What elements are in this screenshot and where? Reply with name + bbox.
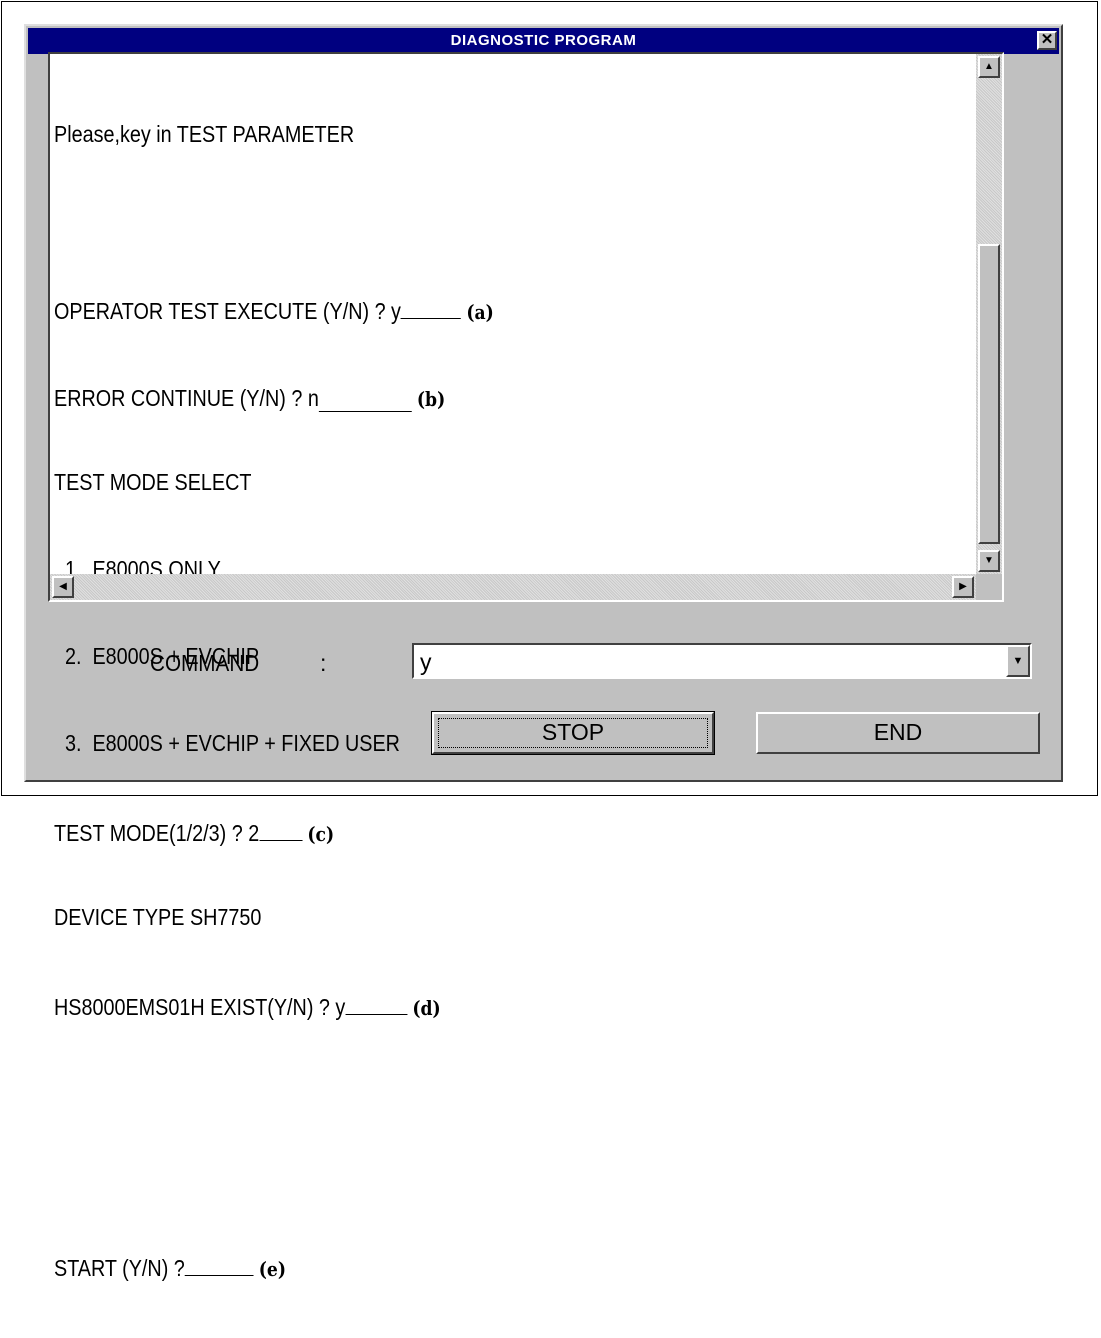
scroll-right-button[interactable]: ▶	[952, 576, 974, 598]
title-bar[interactable]: DIAGNOSTIC PROGRAM ✕	[28, 28, 1059, 54]
vertical-scroll-thumb[interactable]	[978, 244, 1000, 544]
arrow-down-icon: ▼	[984, 555, 994, 566]
window-title: DIAGNOSTIC PROGRAM	[450, 32, 637, 49]
close-button[interactable]: ✕	[1037, 31, 1057, 50]
console-line: START (Y/N) ? (e)	[54, 1251, 843, 1281]
console-line: Please,key in TEST PARAMETER	[54, 121, 355, 147]
combobox-dropdown-button[interactable]: ▼	[1006, 645, 1030, 677]
command-colon: :	[320, 650, 327, 676]
arrow-right-icon: ▶	[959, 581, 967, 592]
annotation-marker: (d)	[412, 996, 441, 1020]
console-line: DEVICE TYPE SH7750	[54, 904, 262, 930]
stop-button[interactable]: STOP	[431, 711, 715, 755]
horizontal-scrollbar[interactable]: ◀ ▶	[50, 574, 976, 600]
console-line: TEST MODE(1/2/3) ? 2 (c)	[54, 816, 843, 846]
console-line: HS8000EMS01H EXIST(Y/N) ? y (d)	[54, 990, 843, 1020]
annotation-marker: (e)	[258, 1257, 286, 1281]
chevron-down-icon: ▼	[1012, 655, 1024, 667]
command-input[interactable]: y	[420, 649, 432, 676]
scroll-left-button[interactable]: ◀	[52, 576, 74, 598]
console-line: ERROR CONTINUE (Y/N) ? n (b)	[54, 381, 843, 412]
end-button-label: END	[873, 719, 923, 745]
console-line: OPERATOR TEST EXECUTE (Y/N) ? y (a)	[54, 294, 843, 324]
scrollbar-corner	[976, 574, 1002, 600]
annotation-marker: (b)	[416, 387, 446, 411]
command-combobox[interactable]: y ▼	[412, 643, 1032, 679]
annotation-marker: (c)	[307, 822, 335, 846]
vertical-scrollbar[interactable]: ▲ ▼	[976, 54, 1002, 574]
arrow-left-icon: ◀	[59, 581, 67, 592]
focus-rectangle	[438, 718, 708, 748]
end-button[interactable]: END	[756, 712, 1040, 754]
scroll-down-button[interactable]: ▼	[978, 550, 1000, 572]
scroll-up-button[interactable]: ▲	[978, 56, 1000, 78]
arrow-up-icon: ▲	[984, 61, 994, 72]
command-label: COMMAND	[150, 650, 260, 676]
close-icon: ✕	[1040, 31, 1054, 48]
console-output[interactable]: Please,key in TEST PARAMETER OPERATOR TE…	[48, 52, 1004, 1281]
annotation-marker: (a)	[466, 300, 494, 324]
console-text: Please,key in TEST PARAMETER OPERATOR TE…	[54, 62, 843, 1281]
console-line: TEST MODE SELECT	[54, 469, 252, 495]
